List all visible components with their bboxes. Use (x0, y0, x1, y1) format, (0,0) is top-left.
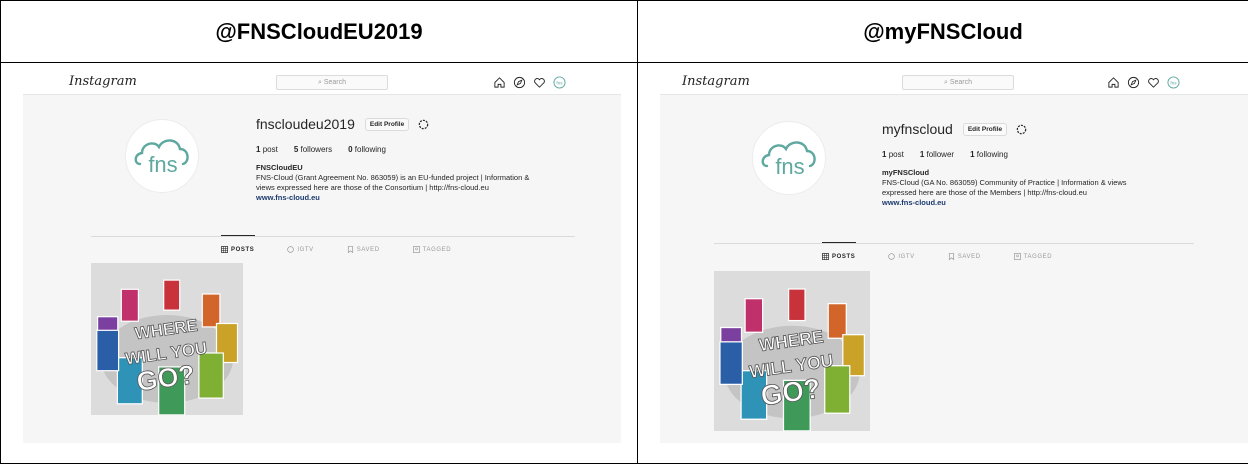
followers-stat[interactable]: 5 followers (294, 145, 332, 154)
edit-profile-button[interactable]: Edit Profile (364, 117, 410, 131)
top-nav-bar: Instagram ⌕ Search fns (23, 71, 621, 95)
bio-website-link[interactable]: www.fns-cloud.eu (256, 193, 586, 203)
comparison-table: @FNSCloudEU2019 @myFNSCloud Instagram ⌕ … (0, 0, 1248, 464)
followers-stat[interactable]: 1 follower (920, 150, 954, 159)
tab-posts[interactable]: POSTS (822, 253, 855, 260)
top-nav-bar: Instagram ⌕ Search fns (660, 71, 1248, 95)
profile-bio: FNSCloudEU FNS-Cloud (Grant Agreement No… (256, 163, 586, 203)
heart-icon[interactable] (1147, 76, 1160, 89)
post-door (96, 329, 120, 372)
igtv-icon (287, 246, 295, 253)
left-screenshot-cell: Instagram ⌕ Search fns fns fnscloudeu201… (0, 62, 638, 464)
post-door (824, 365, 851, 414)
post-door (827, 303, 847, 339)
bio-text-line-2: views expressed here are those of the Co… (256, 183, 489, 192)
tab-saved[interactable]: SAVED (347, 246, 380, 253)
compass-icon[interactable] (513, 76, 526, 89)
profile-avatar-icon[interactable]: fns (553, 76, 566, 89)
search-placeholder: Search (949, 79, 973, 86)
posts-stat[interactable]: 1 post (256, 145, 278, 154)
post-door (201, 293, 221, 328)
svg-text:fns: fns (556, 80, 563, 85)
search-input[interactable]: ⌕ Search (902, 75, 1014, 90)
gear-icon[interactable] (1015, 123, 1028, 136)
search-placeholder: Search (323, 79, 347, 86)
instagram-logo[interactable]: Instagram (69, 74, 137, 89)
home-icon[interactable] (1107, 76, 1120, 89)
instagram-logo[interactable]: Instagram (682, 74, 750, 89)
profile-avatar-icon[interactable]: fns (1167, 76, 1180, 89)
profile-username: myfnscloud (882, 121, 953, 137)
post-thumbnail[interactable]: WHERE WILL YOU GO? (91, 263, 243, 415)
bio-website-link[interactable]: www.fns-cloud.eu (882, 198, 1212, 208)
tag-person-icon (1013, 253, 1021, 260)
post-door (787, 288, 806, 322)
post-door (744, 298, 764, 333)
post-door (198, 352, 224, 399)
profile-bio: myFNSCloud FNS-Cloud (GA No. 863059) Com… (882, 168, 1212, 208)
bio-text-line-1: FNS-Cloud (Grant Agreement No. 863059) i… (256, 173, 530, 182)
tabs-divider (714, 242, 1194, 244)
heart-icon[interactable] (533, 76, 546, 89)
post-door (120, 288, 139, 322)
active-tab-indicator (221, 235, 255, 236)
profile-avatar[interactable]: fns (752, 121, 826, 195)
post-door (163, 279, 181, 311)
active-tab-indicator (822, 242, 856, 243)
profile-stats: 1 post 5 followers 0 following (256, 145, 586, 154)
bio-name: FNSCloudEU (256, 163, 303, 172)
igtv-icon (888, 253, 896, 260)
profile-info: fnscloudeu2019 Edit Profile 1 post 5 fol… (256, 111, 586, 203)
right-screenshot-cell: Instagram ⌕ Search fns fns myfnscloud Ed… (637, 62, 1248, 464)
bookmark-icon (948, 253, 954, 260)
tabs-divider (91, 235, 575, 237)
post-thumbnail[interactable]: WHERE WILL YOU GO? (714, 271, 870, 431)
tab-igtv[interactable]: IGTV (287, 246, 313, 253)
following-stat[interactable]: 1 following (970, 150, 1008, 159)
avatar-text: fns (148, 152, 177, 177)
instagram-profile-screenshot: Instagram ⌕ Search fns fns (23, 71, 621, 443)
bio-text-line-2: expressed here are those of the Members … (882, 188, 1087, 197)
header-left: @FNSCloudEU2019 (0, 0, 638, 63)
profile-avatar[interactable]: fns (125, 119, 199, 193)
bio-name: myFNSCloud (882, 168, 930, 177)
search-input[interactable]: ⌕ Search (276, 75, 388, 90)
profile-info: myfnscloud Edit Profile 1 post 1 followe… (882, 116, 1212, 208)
instagram-profile-screenshot: Instagram ⌕ Search fns fns (660, 71, 1248, 443)
gear-icon[interactable] (417, 118, 430, 131)
compass-icon[interactable] (1127, 76, 1140, 89)
profile-username: fnscloudeu2019 (256, 116, 355, 132)
posts-stat[interactable]: 1 post (882, 150, 904, 159)
edit-profile-button[interactable]: Edit Profile (962, 122, 1008, 136)
tab-posts[interactable]: POSTS (221, 246, 254, 253)
tab-saved[interactable]: SAVED (948, 253, 981, 260)
post-door (719, 341, 743, 386)
bio-text-line-1: FNS-Cloud (GA No. 863059) Community of P… (882, 178, 1127, 187)
profile-tabs: POSTS IGTV SAVED TAGGED (221, 246, 451, 253)
grid-icon (822, 253, 829, 260)
grid-icon (221, 246, 228, 253)
home-icon[interactable] (493, 76, 506, 89)
tab-tagged[interactable]: TAGGED (412, 246, 452, 253)
following-stat[interactable]: 0 following (348, 145, 386, 154)
svg-text:fns: fns (1170, 80, 1177, 85)
profile-tabs: POSTS IGTV SAVED TAGGED (822, 253, 1052, 260)
tag-person-icon (412, 246, 420, 253)
tab-igtv[interactable]: IGTV (888, 253, 914, 260)
tab-tagged[interactable]: TAGGED (1013, 253, 1053, 260)
nav-icon-group: fns (1107, 76, 1180, 90)
avatar-text: fns (775, 154, 804, 179)
profile-stats: 1 post 1 follower 1 following (882, 150, 1212, 159)
header-right: @myFNSCloud (637, 0, 1248, 63)
nav-icon-group: fns (493, 76, 566, 90)
bookmark-icon (347, 246, 353, 253)
